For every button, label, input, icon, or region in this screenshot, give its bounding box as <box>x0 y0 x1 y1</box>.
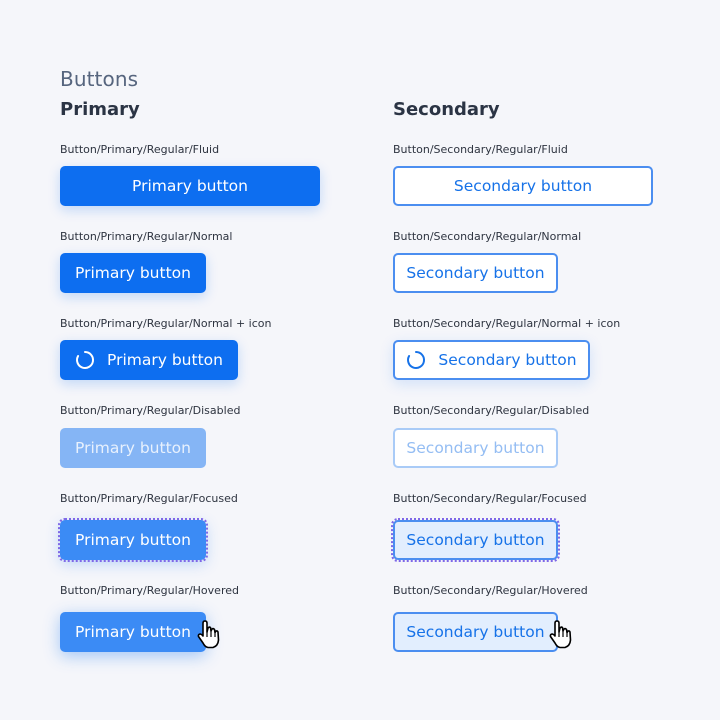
hand-pointer-cursor-icon <box>549 620 572 649</box>
secondary-fluid-label: Button/Secondary/Regular/Fluid <box>393 143 568 156</box>
secondary-heading: Secondary <box>393 99 500 120</box>
primary-icon-label: Button/Primary/Regular/Normal + icon <box>60 317 272 330</box>
spinner-icon <box>76 350 94 369</box>
button-label: Primary button <box>75 264 191 282</box>
page-title: Buttons <box>60 67 139 91</box>
secondary-normal-button[interactable]: Secondary button <box>393 253 558 293</box>
spinner-icon <box>407 350 426 369</box>
button-label: Primary button <box>75 623 191 641</box>
primary-focused-button[interactable]: Primary button <box>58 518 208 562</box>
secondary-disabled-button: Secondary button <box>393 428 558 468</box>
button-label: Secondary button <box>406 623 545 641</box>
button-label: Primary button <box>132 177 248 195</box>
hand-pointer-cursor-icon <box>197 620 220 649</box>
button-label: Secondary button <box>438 351 577 369</box>
primary-disabled-label: Button/Primary/Regular/Disabled <box>60 404 241 417</box>
secondary-focused-label: Button/Secondary/Regular/Focused <box>393 492 587 505</box>
button-label: Primary button <box>75 531 191 549</box>
primary-heading: Primary <box>60 99 140 120</box>
secondary-fluid-button[interactable]: Secondary button <box>393 166 653 206</box>
secondary-disabled-label: Button/Secondary/Regular/Disabled <box>393 404 590 417</box>
primary-normal-label: Button/Primary/Regular/Normal <box>60 230 233 243</box>
primary-hovered-button[interactable]: Primary button <box>60 612 206 652</box>
button-label: Secondary button <box>406 531 545 549</box>
primary-fluid-button[interactable]: Primary button <box>60 166 320 206</box>
secondary-hovered-label: Button/Secondary/Regular/Hovered <box>393 584 588 597</box>
secondary-normal-label: Button/Secondary/Regular/Normal <box>393 230 582 243</box>
button-label: Secondary button <box>406 439 545 457</box>
primary-normal-button[interactable]: Primary button <box>60 253 206 293</box>
button-label: Primary button <box>75 439 191 457</box>
primary-hovered-label: Button/Primary/Regular/Hovered <box>60 584 239 597</box>
secondary-hovered-button[interactable]: Secondary button <box>393 612 558 652</box>
primary-fluid-label: Button/Primary/Regular/Fluid <box>60 143 220 156</box>
secondary-icon-label: Button/Secondary/Regular/Normal + icon <box>393 317 621 330</box>
primary-disabled-button: Primary button <box>60 428 206 468</box>
primary-focused-label: Button/Primary/Regular/Focused <box>60 492 238 505</box>
button-label: Primary button <box>107 351 223 369</box>
secondary-focused-button[interactable]: Secondary button <box>391 518 560 562</box>
button-label: Secondary button <box>453 177 593 195</box>
primary-icon-button[interactable]: Primary button <box>60 340 238 380</box>
button-label: Secondary button <box>406 264 545 282</box>
secondary-icon-button[interactable]: Secondary button <box>393 340 590 380</box>
